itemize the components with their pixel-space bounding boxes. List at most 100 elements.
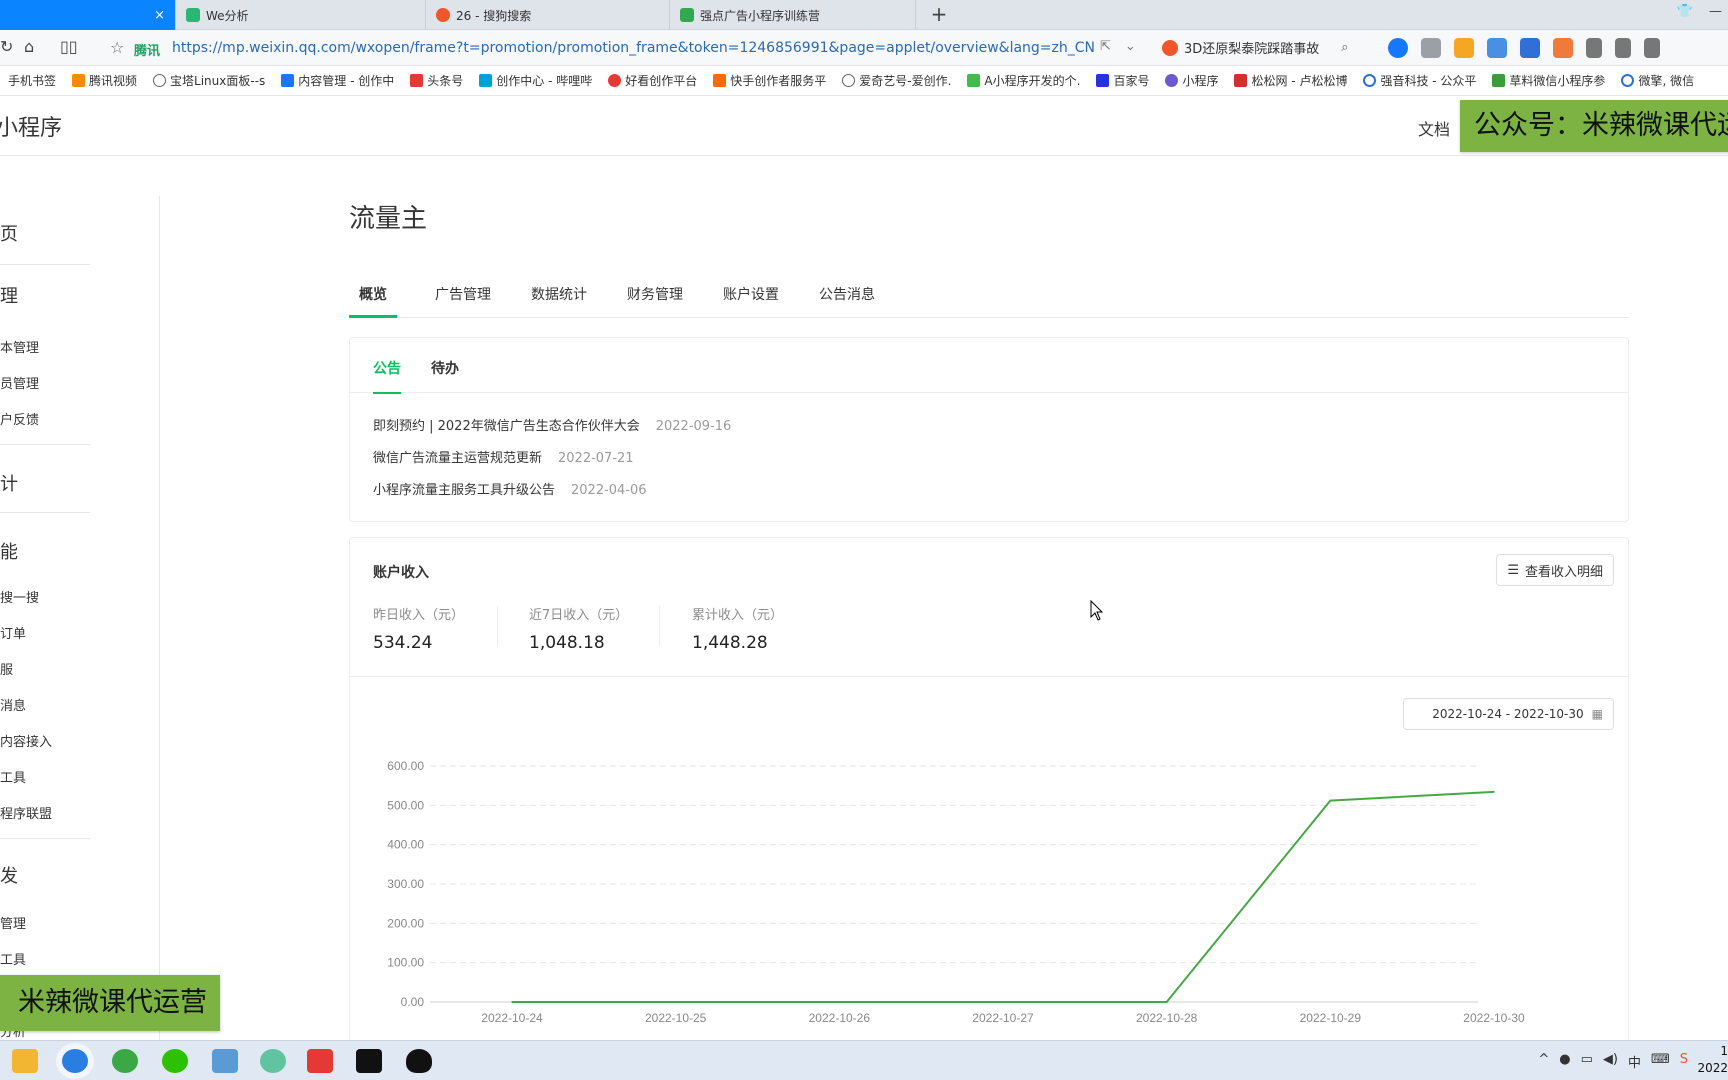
tiktok-icon[interactable] [356, 1049, 382, 1073]
volume-icon[interactable]: ◀) [1603, 1052, 1618, 1071]
sidebar-item-dev-tools[interactable]: 开发工具 [0, 949, 26, 968]
close-icon[interactable]: × [154, 8, 165, 23]
tab-announcements[interactable]: 公告消息 [809, 284, 885, 318]
view-income-detail-button[interactable]: ☰ 查看收入明细 [1496, 554, 1614, 586]
ie-icon[interactable] [112, 1049, 138, 1073]
bookmark-item[interactable]: 快手创作者服务平 [705, 72, 834, 89]
extension-icons [1388, 38, 1660, 58]
sidebar-section-manage[interactable]: 管理 [0, 282, 18, 308]
browser-icon[interactable] [62, 1049, 88, 1073]
ime-indicator[interactable]: 中 [1628, 1052, 1641, 1071]
sidebar-section-dev[interactable]: 开发 [0, 862, 18, 888]
tab-todo[interactable]: 待办 [431, 358, 459, 392]
tab-overview[interactable]: 概览 [349, 284, 397, 318]
scissors-icon[interactable] [1615, 38, 1631, 58]
qq-tray-icon[interactable]: ● [1559, 1052, 1570, 1071]
bookmark-item[interactable]: 内容管理 - 创作中 [273, 72, 402, 89]
browser-tab-we-analysis[interactable]: We分析 [176, 0, 426, 30]
shirt-icon[interactable]: 👕 [1677, 4, 1693, 19]
bookmark-item[interactable]: 爱奇艺号-爱创作. [834, 72, 959, 89]
bookmark-item[interactable]: 微擎, 微信 [1613, 72, 1702, 89]
tab-notice[interactable]: 公告 [373, 358, 401, 394]
film-icon[interactable] [1487, 38, 1507, 58]
bookmark-item[interactable]: 强音科技 - 公众平 [1355, 72, 1484, 89]
notice-title[interactable]: 即刻预约 | 2022年微信广告生态合作伙伴大会 [373, 419, 640, 434]
minimize-icon[interactable]: — [1709, 4, 1722, 19]
tab-finance[interactable]: 财务管理 [617, 284, 693, 318]
refresh-icon[interactable]: ↻ [0, 37, 13, 56]
sidebar-item-feedback[interactable]: 用户反馈 [0, 409, 39, 428]
wechat-icon[interactable] [162, 1049, 188, 1073]
sidebar-item-subscribe[interactable]: 订阅消息 [0, 695, 26, 714]
search-box[interactable]: 3D还原梨泰院踩踏事故 ⌕ [1162, 38, 1349, 57]
video-icon [72, 74, 86, 87]
play-icon [967, 74, 981, 87]
app-icon[interactable] [212, 1049, 238, 1073]
new-tab-button[interactable]: + [926, 2, 952, 26]
list-item[interactable]: 即刻预约 | 2022年微信广告生态合作伙伴大会 2022-09-16 [373, 415, 731, 434]
tab-data-stats[interactable]: 数据统计 [521, 284, 597, 318]
sogou-tray-icon[interactable]: S [1680, 1052, 1688, 1071]
sogou-icon [1162, 39, 1178, 56]
bookmark-item[interactable]: 头条号 [402, 72, 471, 89]
bookmark-item[interactable]: A小程序开发的个. [959, 72, 1088, 89]
sidebar-section-features[interactable]: 功能 [0, 538, 18, 564]
download-ext-icon[interactable] [1454, 38, 1474, 58]
notice-title[interactable]: 小程序流量主服务工具升级公告 [373, 483, 555, 498]
bookmark-item[interactable]: 宝塔Linux面板--s [145, 72, 273, 89]
sidebar-item-content[interactable]: 页面内容接入 [0, 731, 52, 750]
search-icon[interactable]: ⌕ [1341, 40, 1348, 55]
mini-program-icon[interactable] [260, 1049, 286, 1073]
wps-icon[interactable] [307, 1049, 333, 1073]
browser-tab-sogou[interactable]: 26 - 搜狗搜索 [426, 0, 670, 30]
home-icon[interactable]: ⌂ [24, 37, 34, 56]
browser-tab-training[interactable]: 强点广告小程序训练营 [670, 0, 916, 30]
browser-tab-active[interactable]: × [0, 0, 176, 30]
list-item[interactable]: 小程序流量主服务工具升级公告 2022-04-06 [373, 479, 647, 498]
url-input[interactable]: https://mp.weixin.qq.com/wxopen/frame?t=… [172, 40, 1095, 56]
list-item[interactable]: 微信广告流量主运营规范更新 2022-07-21 [373, 447, 634, 466]
undo-icon[interactable] [1644, 38, 1660, 58]
docs-link[interactable]: 文档 [1418, 116, 1450, 140]
download-icon[interactable] [1586, 38, 1602, 58]
share-icon[interactable]: ⇱ [1100, 39, 1111, 54]
sidebar-item-dev-manage[interactable]: 开发管理 [0, 913, 26, 932]
reader-icon[interactable]: ▯▯ [60, 37, 78, 56]
bookmark-item[interactable]: 创作中心 - 哔哩哔 [471, 72, 600, 89]
star-icon[interactable]: ☆ [110, 38, 124, 57]
bookmark-item[interactable]: 腾讯视频 [64, 72, 145, 89]
bookmark-item[interactable]: 小程序 [1157, 72, 1226, 89]
camera-icon[interactable] [1421, 38, 1441, 58]
sidebar-item-version[interactable]: 版本管理 [0, 337, 39, 356]
chevron-down-icon[interactable]: ⌄ [1125, 39, 1136, 54]
bookmark-item[interactable]: 手机书签 [0, 72, 64, 89]
sidebar-item-search[interactable]: 微信搜一搜 [0, 587, 39, 606]
app-title[interactable]: 小程序 [0, 110, 62, 142]
notice-title[interactable]: 微信广告流量主运营规范更新 [373, 451, 542, 466]
sidebar-item-home[interactable]: 首页 [0, 220, 18, 246]
sidebar-item-experiment[interactable]: 实验工具 [0, 767, 26, 786]
sidebar-item-members[interactable]: 成员管理 [0, 373, 39, 392]
qq-icon[interactable] [406, 1049, 432, 1073]
sidebar-section-stats[interactable]: 统计 [0, 470, 18, 496]
infinity-icon[interactable] [1388, 38, 1408, 58]
sidebar-item-orders[interactable]: 购物订单 [0, 623, 26, 642]
folder-icon[interactable] [12, 1049, 38, 1073]
x-tick-label: 2022-10-27 [972, 1011, 1034, 1025]
sidebar-item-service[interactable]: 客服 [0, 659, 13, 678]
network-icon[interactable]: ▭ [1581, 1052, 1593, 1071]
tab-ad-manage[interactable]: 广告管理 [425, 284, 501, 318]
date-range-picker[interactable]: 2022-10-24 - 2022-10-30 ▦ [1403, 698, 1614, 730]
tab-account-settings[interactable]: 账户设置 [713, 284, 789, 318]
chart-icon [186, 8, 200, 22]
series-line [512, 790, 1495, 1003]
keyboard-icon[interactable]: ⌨ [1651, 1052, 1670, 1071]
sidebar-item-alliance[interactable]: 小程序联盟 [0, 803, 52, 822]
bookmark-item[interactable]: 草料微信小程序参 [1484, 72, 1613, 89]
bookmark-item[interactable]: 好看创作平台 [600, 72, 705, 89]
bookmark-item[interactable]: 百家号 [1088, 72, 1157, 89]
calendar-icon[interactable] [1520, 38, 1540, 58]
chevron-up-icon[interactable]: ^ [1538, 1052, 1549, 1071]
bookmark-item[interactable]: 松松网 - 卢松松博 [1226, 72, 1355, 89]
translate-icon[interactable] [1553, 38, 1573, 58]
